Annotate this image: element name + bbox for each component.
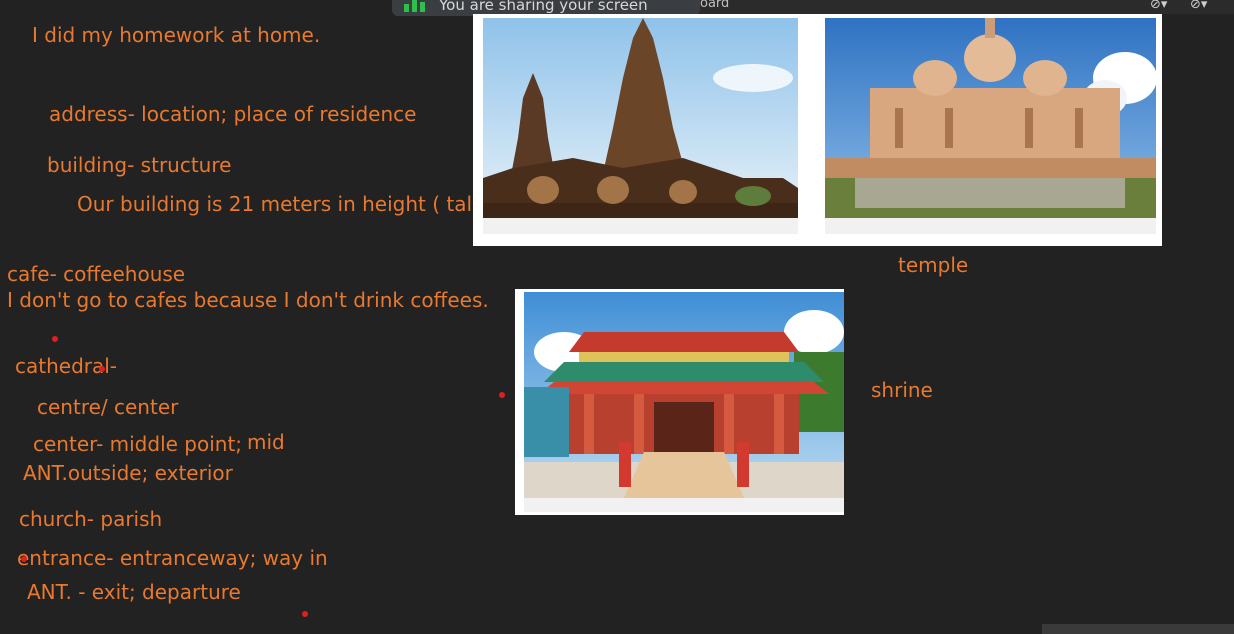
pointer-dot [499, 392, 505, 398]
note-line: center- middle point; [33, 432, 243, 456]
palace-temple-photo [825, 18, 1156, 218]
bottom-corner-bar [1042, 624, 1234, 634]
photo-caption-bar [825, 218, 1156, 234]
note-line: address- location; place of residence [49, 102, 417, 126]
shrine-label: shrine [871, 378, 933, 402]
stone-temple-photo [483, 18, 798, 218]
note-line: ANT. - exit; departure [27, 580, 241, 604]
note-line: mid [247, 430, 285, 454]
share-banner-text: You are sharing your screen [439, 0, 648, 14]
temple-label: temple [898, 253, 969, 277]
note-line: building- structure [47, 153, 232, 177]
chinese-shrine-photo [524, 292, 844, 498]
note-line: I did my homework at home. [32, 23, 321, 47]
photo-caption-bar [524, 498, 844, 512]
note-line: cafe- coffeehouse [7, 262, 186, 286]
note-line: Our building is 21 meters in height ( ta… [77, 192, 492, 216]
pointer-dot [21, 556, 27, 562]
board-label: oard [700, 0, 730, 11]
note-line: entrance- entranceway; way in [17, 546, 328, 570]
mic-muted-icon[interactable]: ⊘▾ [1150, 0, 1167, 12]
pointer-dot [302, 611, 308, 617]
note-line: I don't go to cafes because I don't drin… [7, 288, 489, 312]
share-indicator-icon [404, 0, 425, 12]
note-line: ANT.outside; exterior [23, 461, 233, 485]
pointer-dot [99, 366, 105, 372]
photo-caption-bar [483, 218, 798, 234]
speaker-muted-icon[interactable]: ⊘▾ [1190, 0, 1207, 12]
note-line: church- parish [19, 507, 163, 531]
pointer-dot [52, 336, 58, 342]
note-line: centre/ center [37, 395, 179, 419]
